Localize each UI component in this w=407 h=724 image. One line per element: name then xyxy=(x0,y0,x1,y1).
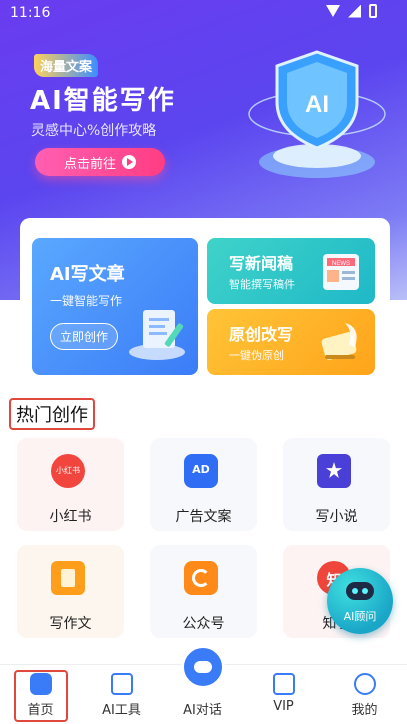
status-icons xyxy=(326,4,377,18)
news-card[interactable]: 写新闻稿 智能撰写稿件 NEWS xyxy=(207,238,375,304)
user-icon xyxy=(354,673,376,695)
original-subtitle: 一键伪原创 xyxy=(229,349,284,362)
news-subtitle: 智能撰写稿件 xyxy=(229,278,295,291)
hero-title: AI智能写作 xyxy=(30,86,176,116)
novel-book-icon xyxy=(317,454,351,488)
home-tab-highlight xyxy=(14,670,68,722)
vip-bookmark-icon xyxy=(273,673,295,695)
essay-document-icon xyxy=(51,561,85,595)
xiaohongshu-icon-text: 小红书 xyxy=(56,466,80,475)
tab-ai-tools-label: AI工具 xyxy=(102,703,141,718)
tab-ai-chat-label: AI对话 xyxy=(183,703,222,718)
go-button-label: 点击前往 xyxy=(63,156,116,172)
robot-icon xyxy=(346,582,374,600)
refresh-circle-icon xyxy=(192,569,210,587)
ad-icon-text: AD xyxy=(192,463,210,476)
toolbox-icon xyxy=(111,673,133,695)
ai-shield-illustration: AI xyxy=(248,50,386,178)
tab-ai-chat[interactable]: AI对话 xyxy=(162,645,243,724)
official-account-icon xyxy=(184,561,218,595)
tab-ai-tools[interactable]: AI工具 xyxy=(81,665,162,724)
tile-label: 小红书 xyxy=(49,509,92,525)
tab-profile[interactable]: 我的 xyxy=(324,665,405,724)
ai-advisor-label: AI顾问 xyxy=(343,610,377,623)
document-sheet-icon xyxy=(61,569,75,587)
ai-advisor-button[interactable]: AI顾问 xyxy=(327,568,393,634)
star-icon xyxy=(326,462,342,478)
tab-vip[interactable]: VIP xyxy=(243,665,324,724)
signal-icon xyxy=(348,4,361,18)
tile-ad-copy[interactable]: AD 广告文案 xyxy=(150,438,257,531)
tile-official-account[interactable]: 公众号 xyxy=(150,545,257,638)
status-bar: 11:16 xyxy=(0,0,407,28)
document-pen-icon xyxy=(129,310,185,360)
tile-label: 公众号 xyxy=(182,616,225,632)
news-title: 写新闻稿 xyxy=(229,254,294,273)
news-badge-text: NEWS xyxy=(332,261,350,267)
tile-essay[interactable]: 写作文 xyxy=(17,545,124,638)
section-title: 热门创作 xyxy=(9,398,95,430)
ad-icon: AD xyxy=(184,454,218,488)
play-icon xyxy=(122,155,136,169)
original-rewrite-card[interactable]: 原创改写 一键伪原创 xyxy=(207,309,375,375)
write-article-card[interactable]: AI写文章 一键智能写作 立即创作 xyxy=(32,238,198,375)
tile-label: 写作文 xyxy=(49,616,92,632)
tab-profile-label: 我的 xyxy=(351,703,378,718)
tile-xiaohongshu[interactable]: 小红书 小红书 xyxy=(17,438,124,531)
wifi-icon xyxy=(326,5,340,17)
status-time: 11:16 xyxy=(10,5,51,21)
shield-label: AI xyxy=(305,91,329,118)
write-article-subtitle: 一键智能写作 xyxy=(50,294,123,308)
tile-label: 写小说 xyxy=(315,509,358,525)
go-button[interactable]: 点击前往 xyxy=(35,148,165,176)
write-article-title: AI写文章 xyxy=(50,264,125,285)
tab-vip-label: VIP xyxy=(273,699,294,714)
robot-face-icon xyxy=(194,661,212,673)
scroll-quill-icon xyxy=(321,323,357,360)
hero-tag: 海量文案 xyxy=(34,54,99,77)
hero-subtitle: 灵感中心%创作攻略 xyxy=(31,123,157,139)
battery-icon xyxy=(369,4,377,18)
app-screen: 11:16 海量文案 AI智能写作 灵感中心%创作攻略 点击前往 AI AI写文… xyxy=(0,0,407,724)
original-title: 原创改写 xyxy=(229,325,294,344)
tile-label: 广告文案 xyxy=(175,509,232,525)
create-now-button[interactable]: 立即创作 xyxy=(50,323,119,350)
robot-icon xyxy=(181,645,225,689)
tile-novel[interactable]: 写小说 xyxy=(283,438,390,531)
xiaohongshu-icon: 小红书 xyxy=(51,454,85,488)
newspaper-icon: NEWS xyxy=(323,254,359,290)
